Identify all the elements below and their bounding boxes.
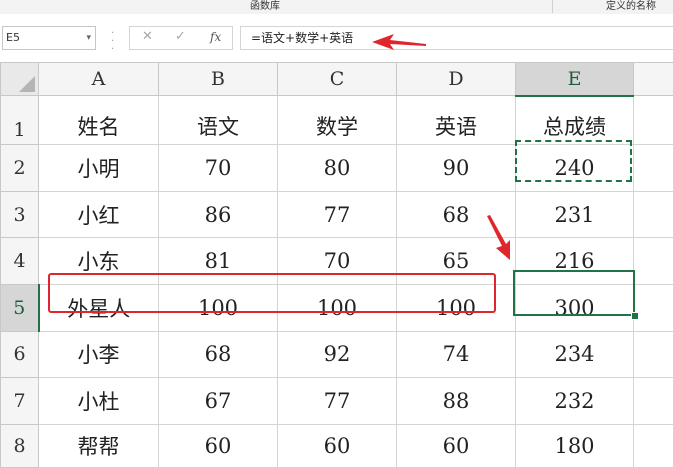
cell-b2[interactable]: 70 (158, 144, 278, 192)
enter-icon[interactable]: ✓ (175, 29, 186, 44)
name-box[interactable]: E5 ▾ (2, 26, 96, 50)
select-all-button[interactable] (0, 61, 39, 97)
name-box-value: E5 (6, 31, 20, 44)
cell-e8[interactable]: 180 (515, 423, 634, 468)
cell-c7[interactable]: 77 (277, 377, 397, 425)
cell-d1[interactable]: 英语 (396, 95, 516, 146)
cell-f2[interactable] (633, 144, 673, 192)
column-header-f[interactable] (633, 61, 673, 97)
table-row: 6 小李 68 92 74 234 (0, 330, 673, 379)
cell-e3[interactable]: 231 (515, 190, 634, 239)
column-header-b[interactable]: B (158, 61, 278, 97)
cell-f5[interactable] (633, 284, 673, 332)
cell-f1[interactable] (633, 95, 673, 146)
table-row: 3 小红 86 77 68 231 (0, 190, 673, 239)
table-row: 1 姓名 语文 数学 英语 总成绩 (0, 95, 673, 146)
spreadsheet-grid: A B C D E 1 姓名 语文 数学 英语 总成绩 2 小明 70 80 9… (0, 61, 673, 468)
formula-bar: E5 ▾ · · · ✕ ✓ fx =语文+数学+英语 (0, 14, 673, 63)
cell-f7[interactable] (633, 377, 673, 425)
cell-a6[interactable]: 小李 (38, 330, 159, 379)
ribbon-divider (552, 0, 553, 13)
row-header-4[interactable]: 4 (0, 237, 39, 285)
dropdown-arrow-icon[interactable]: ▾ (86, 27, 91, 49)
row-header-5[interactable]: 5 (0, 284, 40, 332)
cell-c3[interactable]: 77 (277, 190, 397, 239)
column-header-e[interactable]: E (515, 61, 634, 97)
fill-handle[interactable] (631, 312, 639, 320)
row-header-8[interactable]: 8 (0, 423, 39, 468)
cell-c6[interactable]: 92 (277, 330, 397, 379)
cancel-icon[interactable]: ✕ (142, 29, 153, 44)
resize-handle-icon[interactable]: · · · (111, 29, 114, 55)
row-header-3[interactable]: 3 (0, 190, 39, 239)
cell-c1[interactable]: 数学 (277, 95, 397, 146)
column-header-a[interactable]: A (38, 61, 159, 97)
cell-d3[interactable]: 68 (396, 190, 516, 239)
cell-f8[interactable] (633, 423, 673, 468)
row-header-7[interactable]: 7 (0, 377, 39, 425)
cell-e7[interactable]: 232 (515, 377, 634, 425)
formula-input[interactable]: =语文+数学+英语 (240, 26, 673, 50)
insert-function-icon[interactable]: fx (210, 30, 221, 44)
cell-f6[interactable] (633, 330, 673, 379)
formula-buttons: ✕ ✓ fx (129, 26, 233, 50)
row-header-1[interactable]: 1 (0, 95, 39, 146)
ribbon-strip: 函数库 定义的名称 (0, 0, 673, 15)
ribbon-group-defined-names: 定义的名称 (606, 1, 656, 12)
annotation-row-highlight (48, 273, 496, 313)
cell-c8[interactable]: 60 (277, 423, 397, 468)
cell-b1[interactable]: 语文 (158, 95, 278, 146)
cell-e1[interactable]: 总成绩 (515, 95, 634, 146)
cell-d7[interactable]: 88 (396, 377, 516, 425)
table-row: 7 小杜 67 77 88 232 (0, 377, 673, 425)
cell-d6[interactable]: 74 (396, 330, 516, 379)
column-header-d[interactable]: D (396, 61, 516, 97)
cell-e6[interactable]: 234 (515, 330, 634, 379)
cell-b7[interactable]: 67 (158, 377, 278, 425)
cell-f4[interactable] (633, 237, 673, 285)
cell-b8[interactable]: 60 (158, 423, 278, 468)
cell-a2[interactable]: 小明 (38, 144, 159, 192)
row-header-6[interactable]: 6 (0, 330, 39, 379)
cell-a1[interactable]: 姓名 (38, 95, 159, 146)
cell-a3[interactable]: 小红 (38, 190, 159, 239)
cell-d2[interactable]: 90 (396, 144, 516, 192)
cell-c2[interactable]: 80 (277, 144, 397, 192)
ribbon-group-function-library: 函数库 (250, 1, 280, 12)
cell-a7[interactable]: 小杜 (38, 377, 159, 425)
table-row: 8 帮帮 60 60 60 180 (0, 423, 673, 468)
row-header-2[interactable]: 2 (0, 144, 39, 192)
cell-f3[interactable] (633, 190, 673, 239)
column-header-row: A B C D E (0, 61, 673, 97)
copy-marquee (515, 140, 632, 182)
cell-b3[interactable]: 86 (158, 190, 278, 239)
cell-b6[interactable]: 68 (158, 330, 278, 379)
cell-d8[interactable]: 60 (396, 423, 516, 468)
active-cell-border (513, 270, 635, 316)
cell-a8[interactable]: 帮帮 (38, 423, 159, 468)
column-header-c[interactable]: C (277, 61, 397, 97)
